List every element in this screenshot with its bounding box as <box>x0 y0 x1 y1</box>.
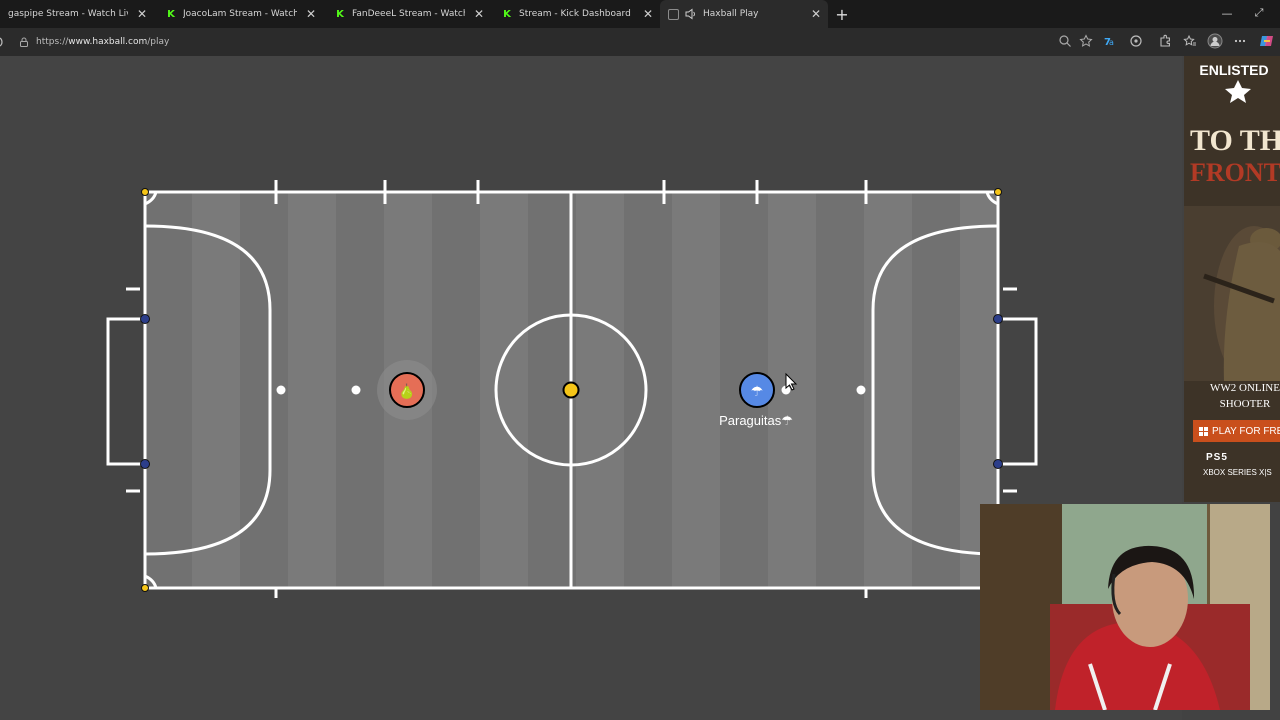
ps5-label: PS5 <box>1206 452 1228 463</box>
close-icon[interactable]: ✕ <box>303 6 319 22</box>
close-icon[interactable]: ✕ <box>640 6 656 22</box>
lock-icon[interactable] <box>18 36 30 48</box>
tab-gaspipe[interactable]: gaspipe Stream - Watch Live on Kick ✕ <box>0 0 154 28</box>
ad-soldier-image <box>1184 206 1280 381</box>
url-prefix: https:// <box>36 37 69 47</box>
ad-banner[interactable]: ENLISTED TO THE FRONT WW2 ONLINE SHOOTER… <box>1184 56 1280 502</box>
plus-icon: + <box>835 4 849 24</box>
extension-puzzle-icon[interactable] <box>1129 34 1143 48</box>
zoom-icon[interactable] <box>1058 34 1072 48</box>
red-player-avatar: 🍐 <box>398 383 415 400</box>
player-name-label: Paraguitas☂ <box>719 413 793 428</box>
favorites-icon[interactable] <box>1183 34 1197 48</box>
webcam-overlay <box>980 504 1270 710</box>
xbox-label: XBOX SERIES X|S <box>1203 468 1272 477</box>
refresh-icon[interactable] <box>0 36 8 48</box>
kick-icon: K <box>167 8 175 20</box>
webcam-streamer-image <box>980 504 1270 710</box>
ad-play-button-label: PLAY FOR FREE <box>1212 425 1280 437</box>
ad-logo: ENLISTED <box>1199 62 1269 78</box>
browser-tab-strip: gaspipe Stream - Watch Live on Kick ✕ K … <box>0 0 1280 28</box>
browser-toolbar: https://www.haxball.com/play 7 a <box>0 28 1280 56</box>
windows-icon <box>1199 426 1208 436</box>
address-bar[interactable]: https://www.haxball.com/play <box>14 31 1084 53</box>
haxball-icon <box>668 8 679 20</box>
kick-icon: K <box>336 8 344 20</box>
url-host: www.haxball.com <box>68 37 148 47</box>
ad-subheadline: FRONT <box>1190 158 1280 187</box>
tab-title: FanDeeeL Stream - Watch Live on Kick <box>352 9 465 19</box>
tab-title: JoacoLam Stream - Watch Live on Kick <box>183 9 297 19</box>
tab-title: gaspipe Stream - Watch Live on Kick <box>8 9 128 19</box>
tab-haxball-play[interactable]: Haxball Play ✕ <box>660 0 828 28</box>
extension-icon[interactable] <box>1158 34 1172 48</box>
profile-icon[interactable] <box>1207 33 1223 49</box>
ad-logo-emblem-icon <box>1225 80 1251 103</box>
ball <box>562 381 580 399</box>
ad-play-button[interactable]: PLAY FOR FREE <box>1193 420 1280 442</box>
tab-title: Haxball Play <box>703 9 759 19</box>
close-icon[interactable]: ✕ <box>808 6 824 22</box>
tab-fandeeel[interactable]: K FanDeeeL Stream - Watch Live on Kick ✕ <box>327 0 491 28</box>
kick-icon: K <box>503 8 511 20</box>
url-path: /play <box>147 37 170 47</box>
restore-button[interactable]: ⤢ <box>1252 6 1266 20</box>
extension-translate-icon[interactable]: 7 a <box>1103 34 1117 48</box>
menu-icon[interactable] <box>1233 34 1247 48</box>
blue-player[interactable]: ☂ <box>739 372 775 408</box>
tab-title: Stream - Kick Dashboard <box>519 9 631 19</box>
svg-text:a: a <box>1109 38 1114 47</box>
ad-headline: TO THE <box>1190 124 1280 157</box>
blue-player-avatar: ☂ <box>751 384 764 400</box>
copilot-icon[interactable] <box>1259 33 1275 49</box>
new-tab-button[interactable]: + <box>833 4 851 24</box>
tab-joacolam[interactable]: K JoacoLam Stream - Watch Live on Kick ✕ <box>158 0 323 28</box>
minimize-button[interactable]: — <box>1220 6 1234 20</box>
red-player[interactable]: 🍐 <box>377 360 437 420</box>
close-icon[interactable]: ✕ <box>134 6 150 22</box>
favorite-star-icon[interactable] <box>1079 34 1093 48</box>
ad-tagline-2: SHOOTER <box>1219 398 1271 410</box>
url-field[interactable]: https://www.haxball.com/play <box>36 37 169 47</box>
speaker-icon[interactable] <box>685 8 697 20</box>
tab-kick-dashboard[interactable]: K Stream - Kick Dashboard ✕ <box>494 0 660 28</box>
close-icon[interactable]: ✕ <box>471 6 487 22</box>
ad-tagline: WW2 ONLINE <box>1210 382 1280 394</box>
